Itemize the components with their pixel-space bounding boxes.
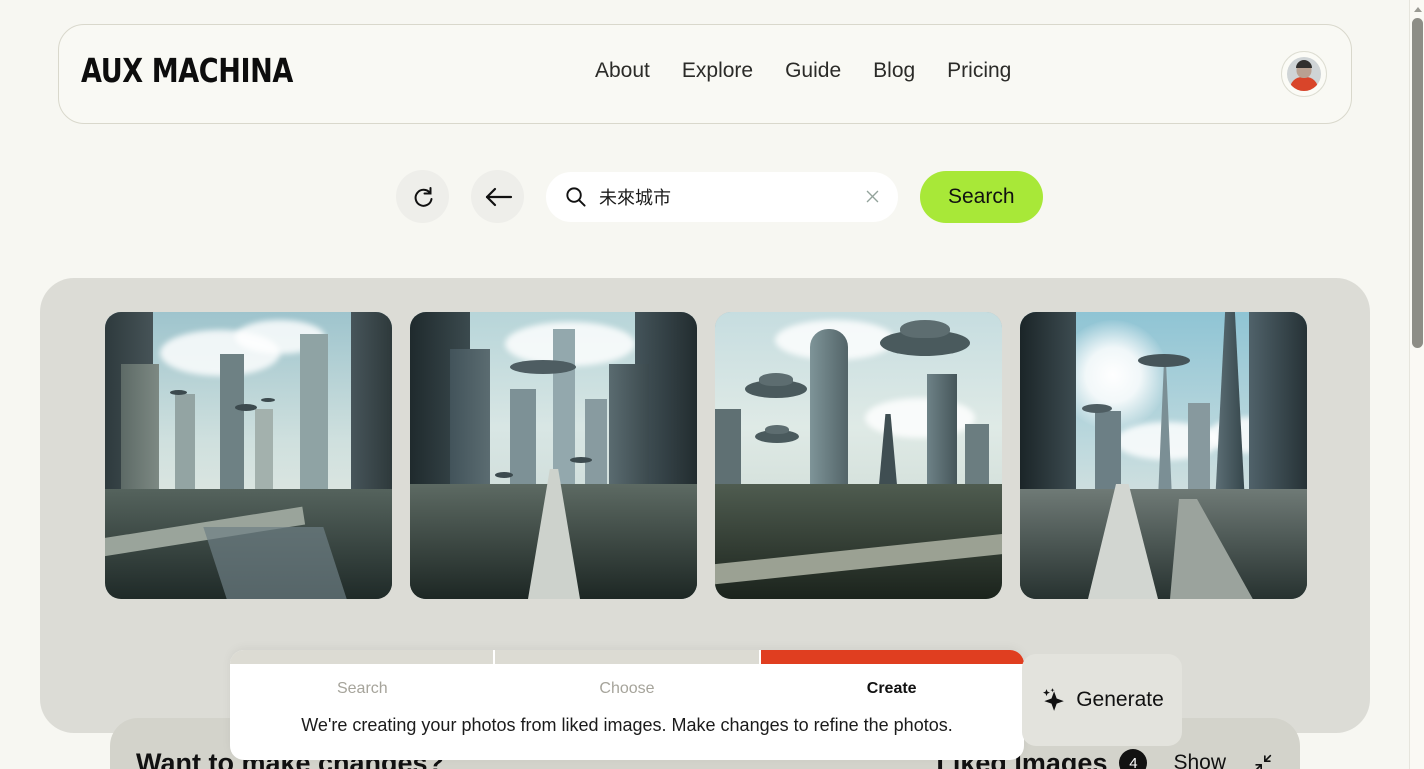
nav-item-about[interactable]: About bbox=[595, 59, 650, 83]
sparkle-icon bbox=[1043, 688, 1065, 711]
image-ground bbox=[1020, 489, 1307, 599]
generate-button[interactable]: Generate bbox=[1022, 654, 1182, 746]
flying-saucer bbox=[880, 320, 970, 356]
building bbox=[255, 409, 273, 501]
scroll-thumb[interactable] bbox=[1412, 18, 1423, 348]
building bbox=[300, 334, 328, 514]
gallery-image-3[interactable] bbox=[715, 312, 1002, 599]
step-label-choose[interactable]: Choose bbox=[495, 680, 760, 698]
site-logo[interactable]: AUX MACHINA bbox=[81, 51, 293, 90]
building bbox=[1188, 403, 1210, 501]
aircraft bbox=[170, 390, 187, 395]
search-field[interactable] bbox=[546, 171, 898, 222]
avatar bbox=[1287, 57, 1321, 91]
reset-button[interactable] bbox=[396, 170, 449, 223]
gallery-image-4[interactable] bbox=[1020, 312, 1307, 599]
nav-item-guide[interactable]: Guide bbox=[785, 59, 841, 83]
river bbox=[203, 527, 347, 599]
scroll-up-button[interactable] bbox=[1410, 2, 1424, 16]
nav-item-explore[interactable]: Explore bbox=[682, 59, 753, 83]
step-bar-create bbox=[758, 650, 1024, 664]
flying-saucer bbox=[755, 425, 799, 443]
page-scrollbar[interactable] bbox=[1409, 0, 1424, 769]
generate-label: Generate bbox=[1076, 688, 1164, 711]
search-input[interactable] bbox=[599, 186, 850, 207]
step-bar-search bbox=[230, 650, 494, 664]
step-description: We're creating your photos from liked im… bbox=[301, 715, 953, 735]
show-liked-link[interactable]: Show bbox=[1173, 751, 1226, 769]
account-avatar-button[interactable] bbox=[1281, 51, 1327, 97]
aircraft bbox=[261, 398, 275, 402]
main-nav: About Explore Guide Blog Pricing bbox=[595, 59, 1011, 83]
clear-search-button[interactable] bbox=[862, 187, 882, 207]
avatar-hair bbox=[1296, 60, 1312, 68]
back-button[interactable] bbox=[471, 170, 524, 223]
search-submit-button[interactable]: Search bbox=[920, 170, 1043, 223]
gallery-image-1[interactable] bbox=[105, 312, 392, 599]
step-label-search[interactable]: Search bbox=[230, 680, 495, 698]
step-labels: Search Choose Create bbox=[230, 664, 1024, 698]
building bbox=[175, 394, 195, 499]
aircraft bbox=[495, 472, 513, 478]
building bbox=[220, 354, 244, 504]
app-page: AUX MACHINA About Explore Guide Blog Pri… bbox=[0, 0, 1424, 769]
flying-saucer bbox=[745, 373, 807, 398]
liked-count-badge: 4 bbox=[1119, 749, 1148, 769]
restart-arrow-icon bbox=[414, 186, 432, 207]
nav-item-blog[interactable]: Blog bbox=[873, 59, 915, 83]
magnifier-icon bbox=[566, 187, 586, 207]
arrow-left-icon bbox=[485, 187, 512, 206]
spacecraft bbox=[1082, 404, 1112, 413]
collapse-arrows-icon[interactable] bbox=[1252, 752, 1274, 769]
cloud bbox=[865, 398, 975, 438]
nav-item-pricing[interactable]: Pricing bbox=[947, 59, 1011, 83]
aircraft bbox=[235, 404, 257, 411]
step-bar-choose bbox=[493, 650, 759, 664]
step-label-create[interactable]: Create bbox=[759, 680, 1024, 698]
close-x-icon bbox=[866, 190, 878, 203]
progress-step-panel: Search Choose Create We're creating your… bbox=[230, 650, 1024, 760]
aircraft bbox=[570, 457, 592, 463]
gallery-image-2[interactable] bbox=[410, 312, 697, 599]
spacecraft bbox=[1138, 354, 1190, 367]
step-progress-bars bbox=[230, 650, 1024, 664]
search-toolbar: Search bbox=[396, 170, 1043, 223]
site-header: AUX MACHINA About Explore Guide Blog Pri… bbox=[58, 24, 1352, 124]
avatar-body bbox=[1290, 77, 1318, 91]
airship bbox=[510, 360, 576, 374]
